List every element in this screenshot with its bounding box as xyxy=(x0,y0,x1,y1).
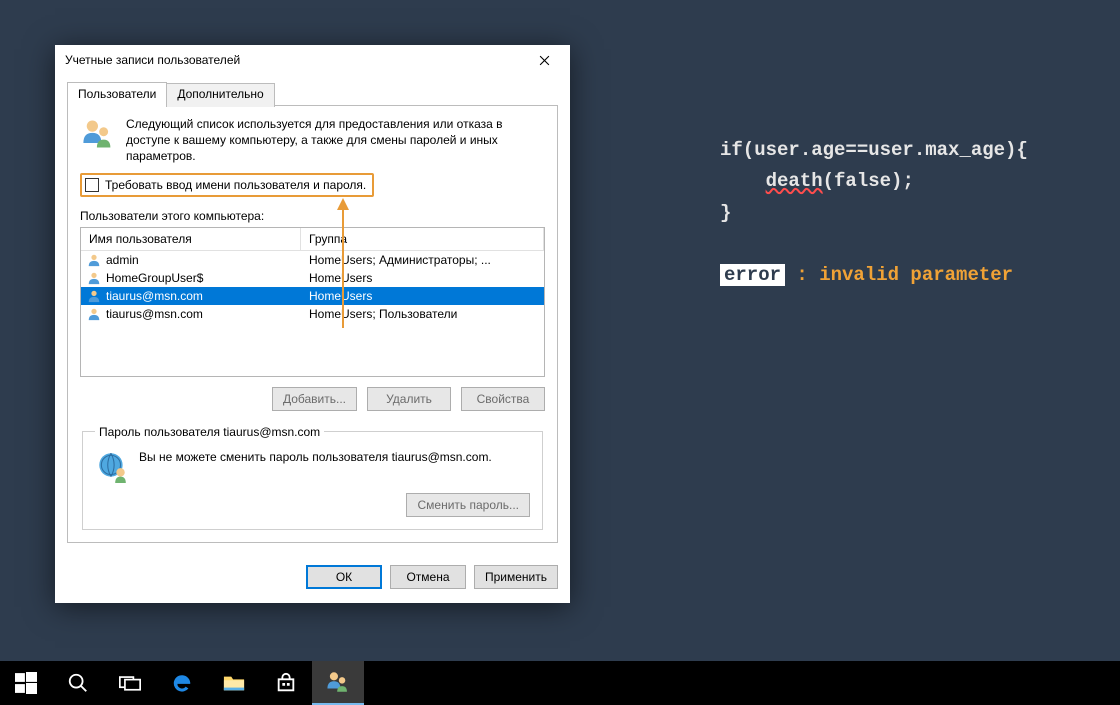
globe-user-icon xyxy=(95,449,129,483)
user-icon xyxy=(87,307,101,321)
tab-advanced[interactable]: Дополнительно xyxy=(166,83,274,107)
password-text: Вы не можете сменить пароль пользователя… xyxy=(139,449,492,465)
user-icon xyxy=(87,271,101,285)
task-view-icon xyxy=(119,672,141,694)
require-login-row[interactable]: Требовать ввод имени пользователя и паро… xyxy=(80,173,374,197)
intro-text: Следующий список используется для предос… xyxy=(126,116,545,165)
col-group[interactable]: Группа xyxy=(301,228,544,250)
add-button[interactable]: Добавить... xyxy=(272,387,357,411)
tab-body: Следующий список используется для предос… xyxy=(67,105,558,543)
username-cell: HomeGroupUser$ xyxy=(106,271,203,285)
password-group: Пароль пользователя tiaurus@msn.com Вы н… xyxy=(82,425,543,530)
group-cell: HomeUsers; Пользователи xyxy=(301,307,544,321)
tab-users[interactable]: Пользователи xyxy=(67,82,167,106)
require-login-label: Требовать ввод имени пользователя и паро… xyxy=(105,178,366,192)
store-button[interactable] xyxy=(260,661,312,705)
group-cell: HomeUsers; Администраторы; ... xyxy=(301,253,544,267)
list-caption: Пользователи этого компьютера: xyxy=(80,209,545,223)
user-icon xyxy=(87,289,101,303)
explorer-button[interactable] xyxy=(208,661,260,705)
taskbar[interactable] xyxy=(0,661,1120,705)
username-cell: tiaurus@msn.com xyxy=(106,289,203,303)
users-icon xyxy=(80,116,116,152)
table-row[interactable]: HomeGroupUser$ HomeUsers xyxy=(81,269,544,287)
titlebar[interactable]: Учетные записи пользователей xyxy=(55,45,570,75)
folder-icon xyxy=(223,672,245,694)
task-view-button[interactable] xyxy=(104,661,156,705)
group-cell: HomeUsers xyxy=(301,271,544,285)
user-accounts-task-button[interactable] xyxy=(312,661,364,705)
group-cell: HomeUsers xyxy=(301,289,544,303)
table-row[interactable]: tiaurus@msn.com HomeUsers; Пользователи xyxy=(81,305,544,323)
close-button[interactable] xyxy=(522,46,566,74)
delete-button[interactable]: Удалить xyxy=(367,387,451,411)
table-row[interactable]: admin HomeUsers; Администраторы; ... xyxy=(81,251,544,269)
col-username[interactable]: Имя пользователя xyxy=(81,228,301,250)
store-icon xyxy=(275,672,297,694)
windows-icon xyxy=(15,672,37,694)
list-header[interactable]: Имя пользователя Группа xyxy=(81,228,544,251)
edge-icon xyxy=(171,672,193,694)
user-accounts-dialog: Учетные записи пользователей Пользовател… xyxy=(55,45,570,603)
dialog-button-row: ОК Отмена Применить xyxy=(55,555,570,603)
require-login-checkbox[interactable] xyxy=(85,178,99,192)
wallpaper-code: if(user.age==user.max_age){ death(false)… xyxy=(720,135,1028,292)
users-list[interactable]: Имя пользователя Группа admin HomeUsers; … xyxy=(80,227,545,377)
username-cell: admin xyxy=(106,253,139,267)
start-button[interactable] xyxy=(0,661,52,705)
close-icon xyxy=(539,55,550,66)
users-task-icon xyxy=(325,669,351,695)
search-button[interactable] xyxy=(52,661,104,705)
tabs: Пользователи Дополнительно xyxy=(67,82,558,106)
apply-button[interactable]: Применить xyxy=(474,565,558,589)
cancel-button[interactable]: Отмена xyxy=(390,565,466,589)
username-cell: tiaurus@msn.com xyxy=(106,307,203,321)
edge-button[interactable] xyxy=(156,661,208,705)
change-password-button[interactable]: Сменить пароль... xyxy=(406,493,530,517)
user-icon xyxy=(87,253,101,267)
dialog-title: Учетные записи пользователей xyxy=(65,53,522,67)
properties-button[interactable]: Свойства xyxy=(461,387,545,411)
search-icon xyxy=(67,672,89,694)
password-legend: Пароль пользователя tiaurus@msn.com xyxy=(95,425,324,439)
ok-button[interactable]: ОК xyxy=(306,565,382,589)
table-row[interactable]: tiaurus@msn.com HomeUsers xyxy=(81,287,544,305)
